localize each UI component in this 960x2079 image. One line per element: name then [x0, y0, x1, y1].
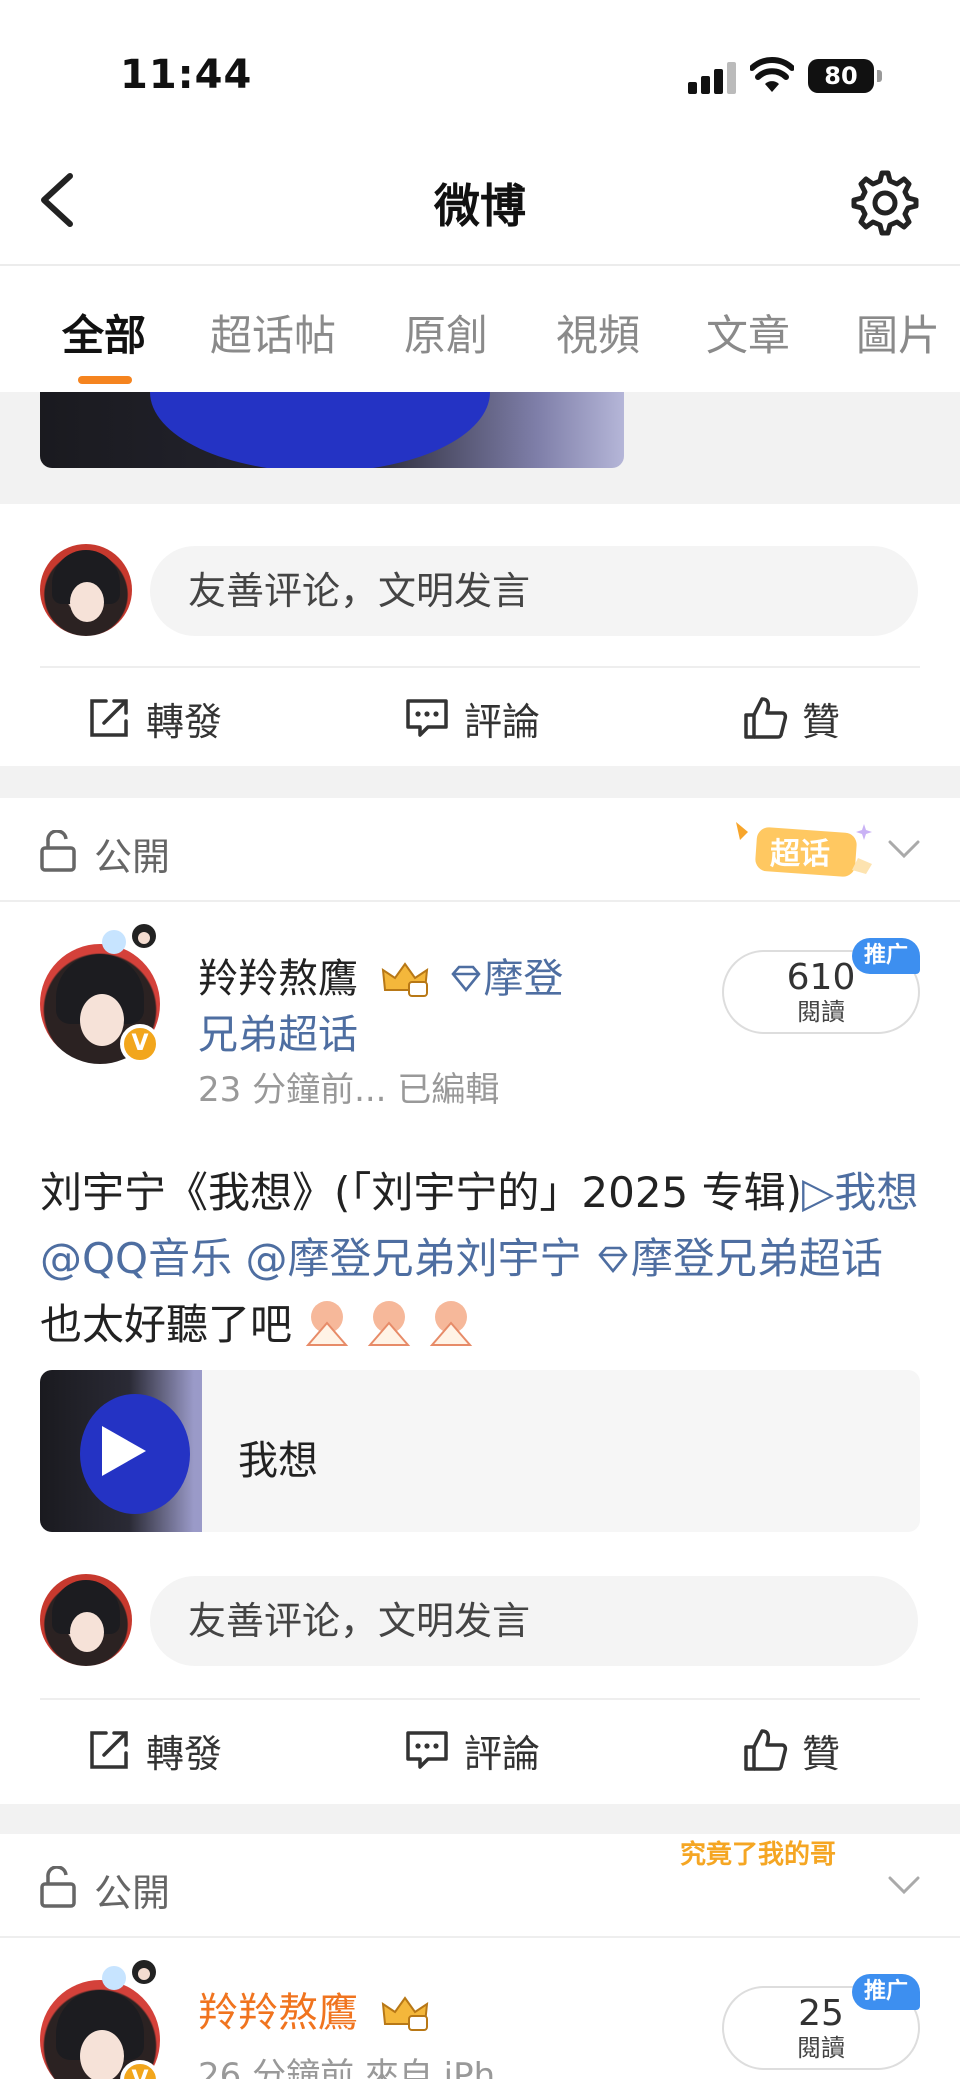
battery-icon: 80	[808, 59, 882, 93]
like-button[interactable]: 贊	[742, 690, 840, 746]
promo-tag: 推广	[852, 938, 920, 974]
avatar	[40, 1574, 132, 1666]
signal-icon	[688, 60, 738, 94]
comment-label: 評論	[464, 1731, 541, 1776]
music-link[interactable]: ▷我想	[802, 1168, 918, 1217]
mention-link[interactable]: @QQ音乐	[40, 1234, 232, 1283]
visibility-label: 公開	[94, 835, 171, 879]
comment-button[interactable]: 評論	[404, 690, 540, 746]
fan-emoji-icon	[305, 1301, 349, 1346]
previous-post-image[interactable]	[40, 392, 624, 468]
read-label: 閱讀	[797, 2034, 845, 2062]
post-visibility-header: 公開 究竟了我的哥	[0, 1834, 960, 1938]
fan-emoji-icon	[429, 1301, 473, 1346]
nav-bar: 微博	[0, 140, 960, 266]
avatar	[40, 544, 132, 636]
post-text-plain: 也太好聽了吧	[40, 1300, 293, 1349]
gear-icon[interactable]	[850, 168, 920, 238]
post-text-plain: 刘宇宁《我想》(「刘宇宁的」2025 专辑)	[40, 1168, 803, 1217]
like-label: 贊	[802, 699, 841, 744]
action-row: 轉發 評論 贊	[40, 666, 920, 766]
crown-icon	[381, 1996, 428, 2031]
supertopic-link-continued[interactable]: 兄弟超话	[198, 1002, 358, 1060]
diamond-icon	[451, 965, 482, 993]
comment-input[interactable]: 友善评论，文明发言	[150, 546, 918, 636]
user-avatar[interactable]: V	[40, 1960, 160, 2079]
supertopic-badge-text: 超话	[770, 837, 830, 872]
read-count-pill[interactable]: 25 閱讀 推广	[722, 1974, 920, 2070]
card-sticker: 究竟了我的哥	[680, 1840, 837, 1870]
unlock-icon	[40, 830, 76, 872]
music-card[interactable]: 我想	[40, 1370, 920, 1532]
read-label: 閱讀	[797, 998, 845, 1026]
tab-image[interactable]: 圖片	[856, 302, 940, 363]
supertopic-link[interactable]: 摩登兄弟超话	[595, 1234, 883, 1283]
unlock-icon	[40, 1866, 76, 1908]
share-icon	[90, 1731, 128, 1769]
music-title: 我想	[238, 1438, 318, 1484]
previous-post-footer: 友善评论，文明发言 轉發 評論 贊	[0, 504, 960, 766]
avatar-decoration-icon	[102, 1960, 156, 1990]
repost-button[interactable]: 轉發	[86, 1722, 222, 1778]
like-label: 贊	[802, 1731, 841, 1776]
music-cover	[40, 1370, 202, 1532]
post-visibility-header: 公開 超话	[0, 798, 960, 902]
tab-active-indicator	[78, 376, 132, 384]
comment-row: 友善评论，文明发言	[0, 524, 960, 654]
tab-original[interactable]: 原創	[404, 302, 488, 363]
read-count-pill[interactable]: 610 閱讀 推广	[722, 938, 920, 1034]
comment-button[interactable]: 評論	[404, 1722, 540, 1778]
post-card: 公開 超话 V 羚羚熬鷹 摩登 兄弟超话 23 分鐘前... 已編輯 610 閱…	[0, 798, 960, 1804]
post-meta: 23 分鐘前... 已編輯	[198, 1070, 500, 1110]
comment-label: 評論	[464, 699, 541, 744]
thumbs-up-icon	[744, 697, 788, 739]
supertopic-badge[interactable]: 超话	[730, 818, 880, 884]
crown-icon	[381, 962, 428, 997]
supertopic-link-text: 摩登	[483, 956, 564, 1002]
repost-button[interactable]: 轉發	[86, 690, 222, 746]
wifi-icon	[750, 57, 794, 92]
share-icon	[90, 699, 128, 737]
username[interactable]: 羚羚熬鷹 摩登	[198, 946, 563, 1004]
status-time: 11:44	[120, 52, 253, 98]
fan-emoji-icon	[367, 1301, 411, 1346]
post-meta: 26 分鐘前 來自 iPh	[198, 2056, 496, 2079]
tab-supertopic-posts[interactable]: 超话帖	[210, 302, 336, 363]
promo-tag: 推广	[852, 1974, 920, 2010]
action-row: 轉發 評論 贊	[40, 1698, 920, 1798]
play-icon[interactable]	[98, 1422, 150, 1480]
verified-badge-icon: V	[120, 2060, 160, 2079]
filter-tabs: 全部 超话帖 原創 視頻 文章 圖片	[0, 266, 960, 392]
comment-icon	[406, 1731, 448, 1769]
like-button[interactable]: 贊	[742, 1722, 840, 1778]
comment-icon	[406, 699, 448, 737]
thumbs-up-icon	[744, 1729, 788, 1771]
avatar-decoration-icon	[102, 924, 156, 954]
comment-row: 友善评论，文明发言	[0, 1554, 960, 1684]
verified-badge-icon: V	[120, 1024, 160, 1064]
diamond-icon	[598, 1246, 628, 1274]
tab-article[interactable]: 文章	[706, 302, 790, 363]
user-avatar[interactable]: V	[40, 924, 160, 1064]
chevron-down-icon[interactable]	[886, 832, 922, 868]
post-card: 公開 究竟了我的哥 V 羚羚熬鷹 26 分鐘前 來自 iPh 25 閱讀 推广	[0, 1834, 960, 2079]
tab-all[interactable]: 全部	[62, 302, 146, 363]
status-bar: 11:44 80	[0, 0, 960, 140]
repost-label: 轉發	[146, 699, 223, 744]
comment-input[interactable]: 友善评论，文明发言	[150, 1576, 918, 1666]
username[interactable]: 羚羚熬鷹	[198, 1980, 431, 2038]
tab-video[interactable]: 視頻	[556, 302, 640, 363]
username-text: 羚羚熬鷹	[198, 956, 358, 1002]
chevron-down-icon[interactable]	[886, 1868, 922, 1904]
mention-link[interactable]: @摩登兄弟刘宇宁	[245, 1234, 581, 1283]
repost-label: 轉發	[146, 1731, 223, 1776]
visibility-label: 公開	[94, 1871, 171, 1915]
supertopic-link-text: 摩登兄弟超话	[630, 1234, 883, 1283]
username-text: 羚羚熬鷹	[198, 1990, 358, 2036]
supertopic-link[interactable]: 摩登	[443, 956, 563, 1002]
page-title: 微博	[434, 179, 526, 233]
post-text: 刘宇宁《我想》(「刘宇宁的」2025 专辑)▷我想 @QQ音乐 @摩登兄弟刘宇宁…	[40, 1160, 920, 1358]
